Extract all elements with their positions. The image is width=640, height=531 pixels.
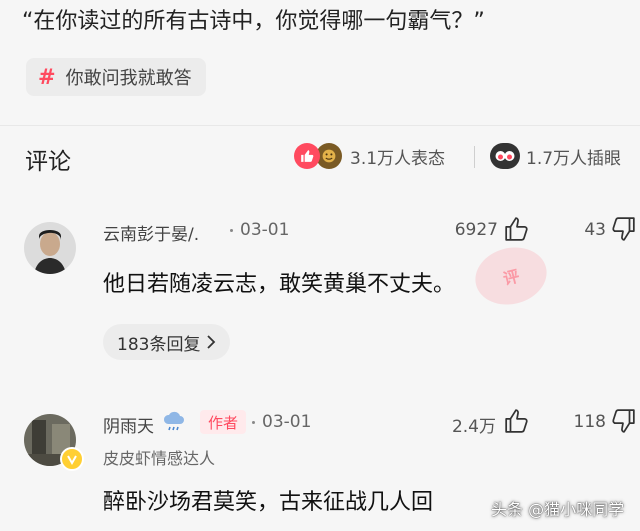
hash-icon: #	[38, 65, 56, 89]
eye-collect-icon	[490, 143, 520, 169]
separator-dot	[230, 228, 233, 232]
view-replies-button[interactable]: 183条回复	[103, 324, 231, 360]
reactions-summary[interactable]: 3.1万人表态	[294, 143, 445, 169]
thumb-down-icon[interactable]	[610, 408, 636, 434]
collect-summary[interactable]: 1.7万人插眼	[490, 143, 621, 169]
topic-label: 你敢问我就敢答	[65, 68, 192, 89]
thumb-up-icon[interactable]	[504, 216, 530, 242]
comment-text: 醉卧沙场君莫笑，古来征战几人回	[103, 490, 434, 515]
header-separator	[474, 146, 475, 168]
chevron-right-icon	[207, 335, 216, 349]
comments-title: 评论	[25, 149, 71, 175]
dislike-count: 118	[573, 412, 606, 432]
thumb-up-icon[interactable]	[504, 408, 530, 434]
rain-cloud-icon	[162, 410, 186, 438]
reactions-count: 3.1万人表态	[350, 148, 446, 169]
comment-date-text: 03-01	[262, 412, 312, 432]
comments-header: 评论 3.1万人表态 1.7万人插眼	[0, 138, 640, 178]
topic-tag[interactable]: # 你敢问我就敢答	[26, 58, 206, 96]
comment-username[interactable]: 阴雨天	[103, 412, 154, 437]
divider	[0, 125, 640, 126]
comment-date: 03-01	[252, 412, 311, 432]
collect-count: 1.7万人插眼	[526, 148, 622, 169]
like-count: 2.4万	[451, 417, 496, 437]
comment-text: 他日若随凌云志，敢笑黄巢不丈夫。	[103, 272, 456, 297]
comment-date-text: 03-01	[240, 220, 290, 240]
like-reaction-icon	[294, 143, 320, 169]
avatar[interactable]	[24, 222, 76, 274]
verified-badge-icon	[60, 447, 84, 471]
replies-count: 183条回复	[117, 334, 201, 355]
comment-username[interactable]: 云南彭于晏/.	[103, 220, 199, 245]
user-title: 皮皮虾情感达人	[103, 449, 216, 468]
separator-dot	[252, 420, 255, 424]
thumb-down-icon[interactable]	[610, 216, 636, 242]
comment-item: 云南彭于晏/. 03-01 6927 43 他日若随凌云志，敢笑黄巢不丈夫。 1…	[0, 208, 640, 378]
post-question: “在你读过的所有古诗中，你觉得哪一句霸气？”	[22, 9, 485, 34]
like-count: 6927	[454, 220, 498, 240]
author-badge: 作者	[200, 410, 247, 434]
comment-date: 03-01	[230, 220, 289, 240]
source-watermark: 头条 @猫小咪同学	[491, 500, 625, 519]
dislike-count: 43	[584, 220, 606, 240]
